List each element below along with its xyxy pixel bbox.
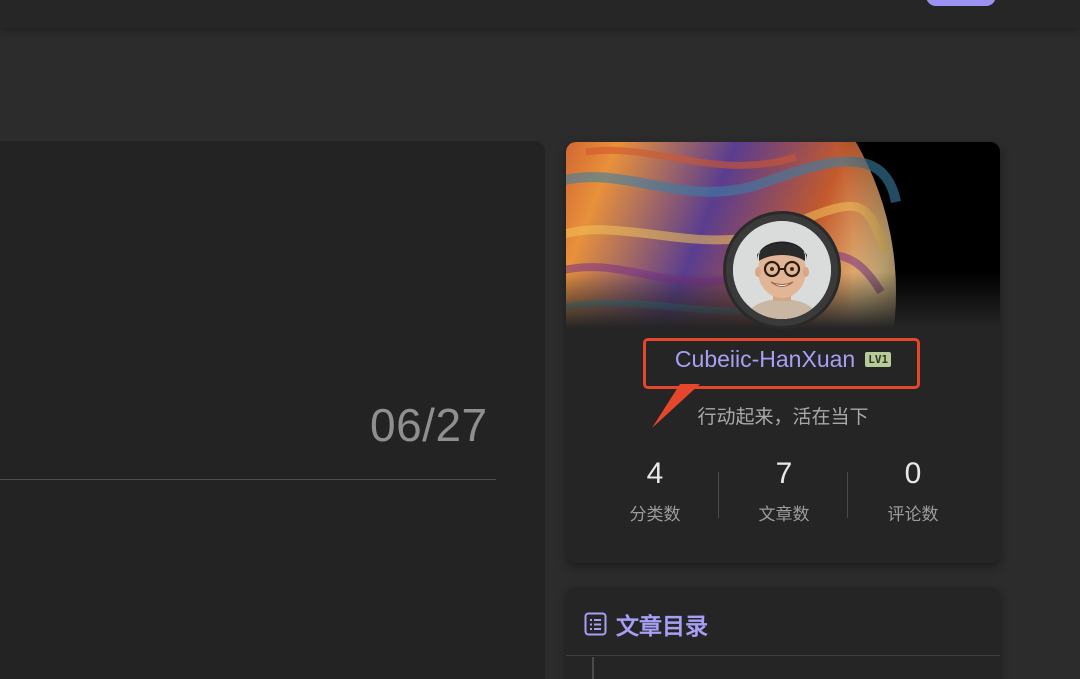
stat-value: 0 bbox=[904, 457, 922, 490]
stat-value: 4 bbox=[646, 457, 664, 490]
toc-tree-line bbox=[592, 657, 594, 679]
annotation-highlight-box bbox=[643, 338, 920, 389]
stat-label: 分类数 bbox=[629, 505, 681, 525]
stat-label: 评论数 bbox=[887, 505, 939, 525]
top-navigation-bar bbox=[0, 0, 1080, 28]
toc-card: 文章目录 bbox=[566, 587, 1000, 679]
stat-label: 文章数 bbox=[758, 505, 810, 525]
nav-pill-button[interactable] bbox=[926, 0, 996, 6]
stat-categories[interactable]: 4 分类数 bbox=[590, 456, 720, 525]
stat-articles[interactable]: 7 文章数 bbox=[719, 456, 849, 525]
author-stats: 4 分类数 7 文章数 0 评论数 bbox=[590, 456, 978, 526]
author-motto: 行动起来，活在当下 bbox=[697, 406, 869, 428]
stat-comments[interactable]: 0 评论数 bbox=[848, 456, 978, 525]
list-icon bbox=[584, 612, 607, 636]
avatar-cartoon-icon bbox=[733, 221, 831, 319]
stat-value: 7 bbox=[775, 457, 793, 490]
post-date: 06/27 bbox=[370, 399, 488, 451]
toc-title: 文章目录 bbox=[616, 614, 708, 640]
post-divider bbox=[0, 479, 496, 480]
blog-page: 06/27 Cubeiic-HanXuan LV1 行动起来，活在当下 4 分类… bbox=[0, 0, 1080, 679]
author-avatar[interactable] bbox=[726, 214, 838, 326]
toc-divider bbox=[566, 655, 1000, 656]
